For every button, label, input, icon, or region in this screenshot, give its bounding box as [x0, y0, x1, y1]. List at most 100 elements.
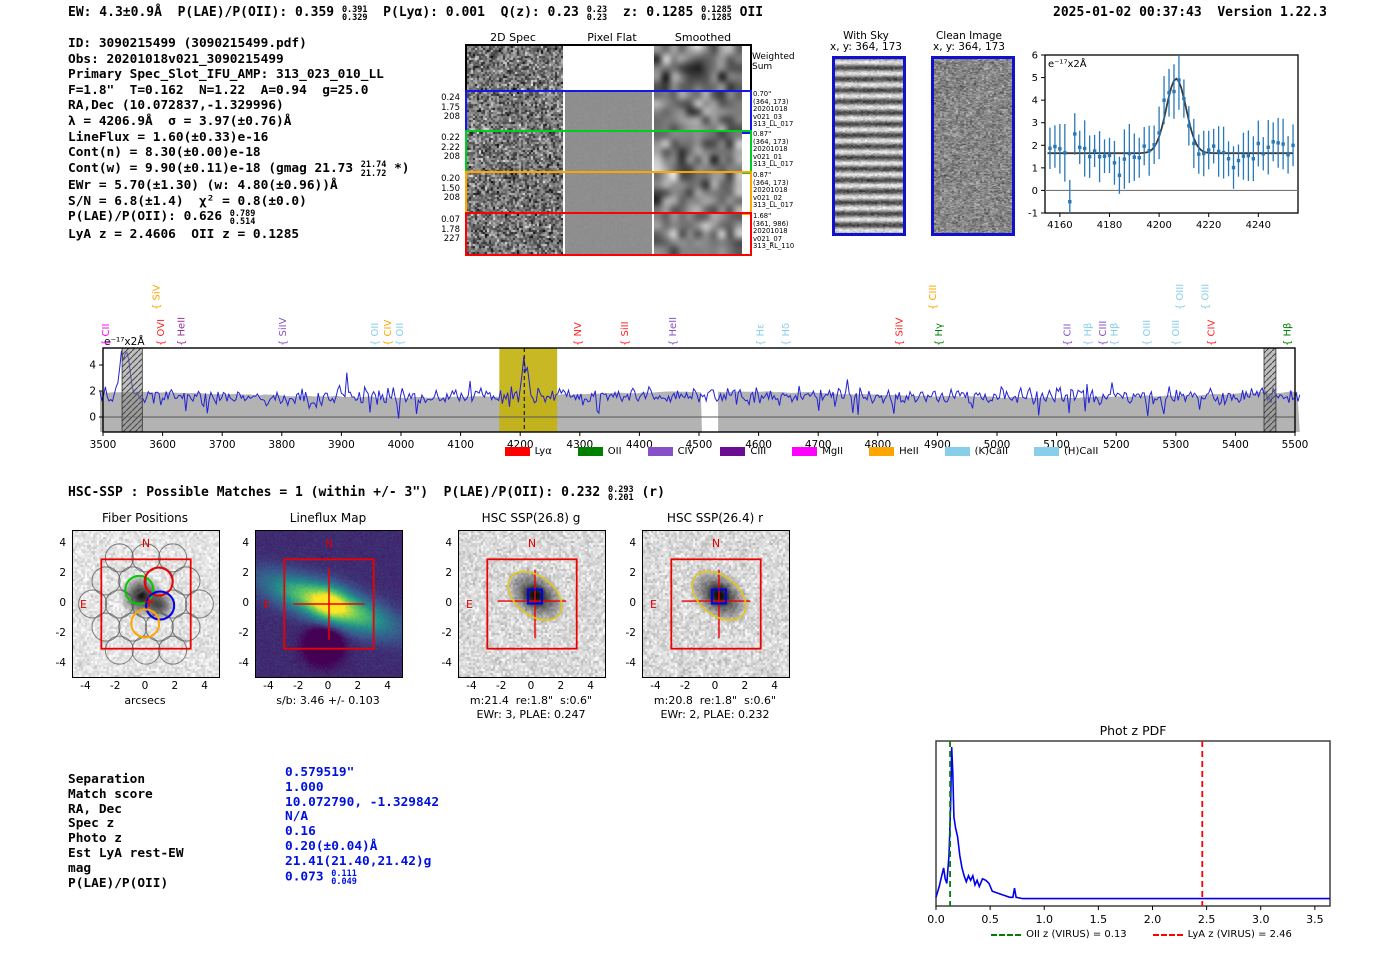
text-segment: Obs: 20201018v021_3090215499 [68, 52, 284, 67]
x-tick-label: -4 [647, 680, 663, 692]
svg-text:0: 0 [89, 412, 96, 424]
cutout-caption: EWr: 2, PLAE: 0.232 [660, 708, 769, 721]
cutout-title: HSC SSP(26.8) g [482, 511, 581, 525]
spec2d-row [465, 130, 752, 174]
legend-swatch [505, 447, 530, 456]
info-line: Cont(w) = 9.90(±0.11)e-18 (gmag 21.73 21… [68, 161, 410, 179]
match-table-labels: SeparationMatch scoreRA, DecSpec zPhoto … [68, 773, 184, 891]
stacked-fraction: 0.12850.1285 [701, 6, 732, 23]
left-label-line: 208 [426, 153, 460, 163]
text-segment: EWr = 5.70(±1.30) (w: 4.80(±0.96))Å [68, 178, 338, 193]
svg-text:{ OIII: { OIII [1175, 284, 1186, 310]
x-tick-label: 0 [320, 680, 336, 692]
info-line: EWr = 5.70(±1.30) (w: 4.80(±0.96))Å [68, 178, 410, 194]
legend-item: (K)CaII [945, 446, 1008, 457]
spec2d-row-right-labels: 0.87"(364, 173)20201018v021_01313_LL_017 [753, 131, 793, 169]
summary-stats-line: EW: 4.3±0.9Å P(LAE)/P(OII): 0.359 0.3910… [68, 5, 763, 23]
x-tick-label: 4 [380, 680, 396, 692]
svg-text:{ Hδ: { Hδ [781, 323, 792, 346]
spec2d-row [465, 171, 752, 215]
svg-text:E: E [466, 598, 473, 611]
info-line: LyA z = 2.4606 OII z = 0.1285 [68, 227, 410, 243]
legend-item: HeII [869, 446, 919, 457]
svg-text:4: 4 [89, 360, 96, 372]
svg-text:3800: 3800 [268, 439, 295, 451]
svg-text:4200: 4200 [1146, 220, 1171, 231]
svg-text:3.5: 3.5 [1306, 913, 1324, 926]
svg-text:{ Hε: { Hε [755, 324, 766, 346]
right-label-line: 313_LL_017 [753, 161, 793, 169]
cutout-xlabel: s/b: 3.46 +/- 0.103 [276, 694, 380, 707]
svg-text:3500: 3500 [90, 439, 117, 451]
stacked-fraction: 21.7421.72 [361, 161, 387, 178]
svg-text:1: 1 [1032, 163, 1038, 174]
y-tick-label: 4 [233, 537, 249, 549]
y-tick-label: 4 [620, 537, 636, 549]
match-row-label: Photo z [68, 832, 184, 847]
svg-text:1.0: 1.0 [1035, 913, 1053, 926]
text-segment: RA,Dec (10.072837,-1.329996) [68, 98, 284, 113]
y-tick-label: -4 [620, 657, 636, 669]
y-tick-label: -4 [436, 657, 452, 669]
svg-text:0: 0 [1032, 186, 1038, 197]
y-tick-label: -4 [233, 657, 249, 669]
svg-text:E: E [650, 598, 657, 611]
text-segment: *) [386, 161, 409, 176]
y-tick-label: 4 [50, 537, 66, 549]
info-line: RA,Dec (10.072837,-1.329996) [68, 98, 410, 114]
svg-text:{ NV: { NV [573, 322, 584, 346]
spec2d-col-header: 2D Spec [490, 31, 536, 44]
match-row-label: mag [68, 862, 184, 877]
svg-text:3900: 3900 [328, 439, 355, 451]
svg-text:3.0: 3.0 [1252, 913, 1270, 926]
spec2d-image [467, 173, 563, 213]
y-tick-label: -2 [50, 627, 66, 639]
svg-text:{ CIII: { CIII [928, 285, 939, 310]
legend-swatch [792, 447, 817, 456]
match-row-value: 10.072790, -1.329842 [285, 796, 439, 811]
photz-legend-label: LyA z (VIRUS) = 2.46 [1188, 929, 1292, 940]
svg-text:4160: 4160 [1047, 220, 1072, 231]
spec2d-image [467, 46, 563, 90]
y-tick-label: 0 [233, 597, 249, 609]
right-label-line: 313_LL_017 [753, 202, 793, 210]
legend-label: Lyα [535, 446, 552, 457]
cutout-fiber: NE [72, 530, 220, 678]
info-line: LineFlux = 1.60(±0.33)e-16 [68, 130, 410, 146]
x-tick-label: 2 [350, 680, 366, 692]
cutout-title: HSC SSP(26.4) r [667, 511, 763, 525]
svg-text:-1: -1 [1028, 209, 1038, 220]
text-segment: F=1.8" T=0.162 N=1.22 A=0.94 g=25.0 [68, 83, 368, 98]
legend-label: HeII [899, 446, 919, 457]
svg-text:{ SiV: { SiV [152, 284, 163, 310]
sky-panel-title: With Skyx, y: 364, 173 [830, 31, 902, 53]
fraction-lower: 0.1285 [701, 14, 732, 23]
right-label-line: 313_LL_017 [753, 121, 793, 129]
sky-subtitle-line: x, y: 364, 173 [830, 42, 902, 53]
fraction-lower: 0.201 [608, 494, 634, 503]
svg-text:{ CIII: { CIII [1098, 321, 1109, 346]
x-tick-label: 4 [583, 680, 599, 692]
svg-text:5: 5 [1032, 73, 1038, 84]
detection-info-block: ID: 3090215499 (3090215499.pdf)Obs: 2020… [68, 36, 410, 243]
svg-text:2: 2 [89, 386, 96, 398]
spec2d-col-header: Smoothed [675, 31, 731, 44]
match-table-values: 0.579519"1.00010.072790, -1.329842N/A0.1… [285, 766, 439, 887]
legend-swatch [945, 447, 970, 456]
info-line: P(LAE)/P(OII): 0.626 0.7890.514 [68, 209, 410, 227]
legend-item: CIV [648, 446, 695, 457]
text-segment: (r) [634, 485, 665, 500]
text-segment: 0.20(±0.04)Å [285, 839, 377, 854]
cutout-lineflux: NE [255, 530, 403, 678]
x-tick-label: -2 [493, 680, 509, 692]
y-tick-label: -2 [436, 627, 452, 639]
match-row-value: N/A [285, 810, 439, 825]
stacked-fraction: 0.1110.049 [331, 870, 357, 887]
weighted-sum-line: Weighted [752, 52, 795, 62]
svg-text:6: 6 [1032, 51, 1038, 62]
svg-text:2.0: 2.0 [1144, 913, 1162, 926]
x-tick-label: 0 [523, 680, 539, 692]
spec2d-row-left-labels: 0.241.75208 [426, 94, 460, 123]
pixel-flat-image [565, 92, 652, 132]
spec2d-row-left-labels: 0.222.22208 [426, 134, 460, 163]
